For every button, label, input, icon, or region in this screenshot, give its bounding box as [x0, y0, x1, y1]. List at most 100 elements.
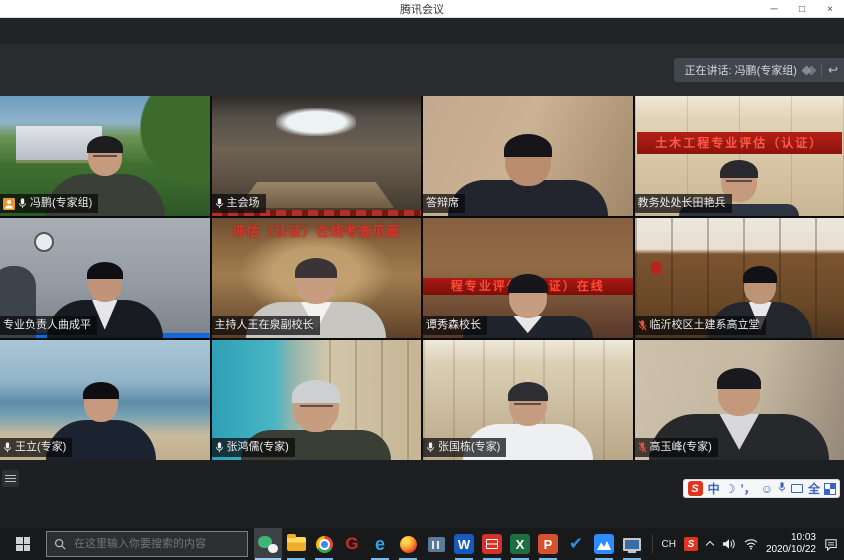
moon-icon[interactable]: ☽ — [725, 483, 736, 495]
participant-label: 冯鹏(专家组) — [0, 194, 98, 213]
mic-on-icon — [426, 442, 435, 453]
video-tile[interactable]: 答辩席 — [423, 96, 633, 216]
taskbar-clock[interactable]: 10:03 2020/10/22 — [766, 532, 816, 557]
participant-name: 王立(专家) — [15, 440, 66, 455]
close-button[interactable]: × — [816, 0, 844, 18]
excel-icon[interactable]: X — [506, 528, 534, 560]
speaking-text: 正在讲话: 冯鹏(专家组) — [684, 62, 796, 78]
punctuation-toggle[interactable]: ’， — [740, 483, 755, 495]
excel-icon: X — [510, 534, 530, 554]
red-docs-app-icon[interactable] — [478, 528, 506, 560]
participant-name: 高玉峰(专家) — [650, 440, 712, 455]
edge-icon[interactable]: e — [366, 528, 394, 560]
blue-columns-app-icon[interactable] — [422, 528, 450, 560]
video-tile[interactable]: 程专业评估（认证）在线 谭秀森校长 — [423, 218, 633, 338]
clock-date: 2020/10/22 — [766, 544, 816, 557]
red-docs-app-icon — [482, 534, 502, 554]
divider — [652, 535, 653, 553]
meeting-topbar: 正在讲话: 冯鹏(专家组) ↩ — [0, 18, 844, 96]
sogou-tray-icon[interactable]: S — [684, 537, 698, 551]
mic-muted-icon — [638, 320, 647, 331]
red-g-app-icon[interactable]: G — [338, 528, 366, 560]
participant-label: 主持人王在泉副校长 — [212, 316, 320, 335]
voice-input-icon[interactable] — [778, 482, 786, 495]
window-controls: ─ □ × — [760, 0, 844, 18]
file-explorer-icon[interactable] — [282, 528, 310, 560]
participant-name: 答辩席 — [426, 196, 459, 211]
participant-name: 主会场 — [227, 196, 260, 211]
network-icon[interactable] — [744, 538, 758, 550]
participant-name: 主持人王在泉副校长 — [215, 318, 314, 333]
participant-label: 主会场 — [212, 194, 266, 213]
participant-label: 高玉峰(专家) — [635, 438, 718, 457]
divider — [821, 63, 822, 77]
window-titlebar: 腾讯会议 ─ □ × — [0, 0, 844, 18]
participant-name: 临沂校区土建系高立堂 — [650, 318, 760, 333]
minimize-button[interactable]: ─ — [760, 0, 788, 18]
meeting-app-icon — [594, 534, 614, 554]
speaking-indicator[interactable]: 正在讲话: 冯鹏(专家组) ↩ — [674, 58, 844, 82]
fullwidth-toggle[interactable]: 全 — [808, 483, 820, 495]
word-icon[interactable]: W — [450, 528, 478, 560]
sogou-input-bar[interactable]: S 中 ☽ ’， ☺ 全 — [683, 479, 840, 498]
participant-name: 谭秀森校长 — [426, 318, 481, 333]
video-tile[interactable]: 张国栋(专家) — [423, 340, 633, 460]
video-tile[interactable]: 高玉峰(专家) — [635, 340, 844, 460]
sogou-logo-icon[interactable]: S — [688, 481, 703, 496]
edge-icon: e — [370, 534, 390, 554]
maximize-button[interactable]: □ — [788, 0, 816, 18]
chevron-up-icon[interactable] — [706, 540, 714, 548]
venue-banner: 程专业评估（认证）在线 — [423, 278, 633, 295]
monitor-app-icon[interactable] — [618, 528, 646, 560]
video-tile[interactable]: 冯鹏(专家组) — [0, 96, 210, 216]
mic-on-icon — [215, 442, 224, 453]
mic-on-icon — [18, 198, 27, 209]
participant-label: 张鸿儒(专家) — [212, 438, 295, 457]
meeting-window: 正在讲话: 冯鹏(专家组) ↩ 冯鹏(专家组) — [0, 18, 844, 528]
powerpoint-icon[interactable]: P — [534, 528, 562, 560]
video-tile[interactable]: 主会场 — [212, 96, 422, 216]
speaker-icon[interactable] — [722, 538, 736, 550]
participant-name: 张鸿儒(专家) — [227, 440, 289, 455]
blue-check-app-icon[interactable]: ✔ — [562, 528, 590, 560]
participant-label: 临沂校区土建系高立堂 — [635, 316, 766, 335]
participant-label: 教务处处长田艳兵 — [635, 194, 732, 213]
float-menu-icon[interactable] — [2, 470, 19, 487]
red-g-app-icon: G — [342, 534, 362, 554]
emoji-icon[interactable]: ☺ — [761, 483, 773, 495]
start-button[interactable] — [0, 528, 46, 560]
chrome-icon — [316, 536, 333, 553]
participant-label: 王立(专家) — [0, 438, 72, 457]
video-tile[interactable]: 土木工程专业评估（认证） 教务处处长田艳兵 — [635, 96, 844, 216]
participant-name: 张国栋(专家) — [438, 440, 500, 455]
language-indicator[interactable]: CH — [661, 539, 675, 550]
member-icon — [3, 198, 15, 210]
soft-keyboard-icon[interactable] — [791, 484, 803, 493]
monitor-app-icon — [623, 538, 641, 551]
search-input[interactable] — [72, 537, 232, 551]
video-tile[interactable]: 临沂校区土建系高立堂 — [635, 218, 844, 338]
participant-label: 答辩席 — [423, 194, 465, 213]
powerpoint-icon: P — [538, 534, 558, 554]
participant-name: 冯鹏(专家组) — [30, 196, 92, 211]
action-center-icon[interactable] — [824, 538, 838, 551]
video-tile[interactable]: 评估（认证）在线考查见面 主持人王在泉副校长 — [212, 218, 422, 338]
mic-muted-icon — [638, 442, 647, 453]
wechat-icon — [258, 534, 278, 554]
video-tile[interactable]: 张鸿儒(专家) — [212, 340, 422, 460]
participant-label: 专业负责人曲成平 — [0, 316, 97, 335]
participant-label: 张国栋(专家) — [423, 438, 506, 457]
taskbar-search[interactable] — [46, 531, 248, 557]
firefox-icon[interactable] — [394, 528, 422, 560]
chrome-icon[interactable] — [310, 528, 338, 560]
reply-arrow-icon[interactable]: ↩ — [828, 64, 838, 76]
video-grid: 冯鹏(专家组) 主会场 答辩席 土木工程专业评估（认证） — [0, 96, 844, 460]
clock-time: 10:03 — [766, 532, 816, 545]
toolbox-icon[interactable] — [825, 484, 835, 494]
meeting-app-icon[interactable] — [590, 528, 618, 560]
video-tile[interactable]: 专业负责人曲成平 — [0, 218, 210, 338]
video-tile[interactable]: 王立(专家) — [0, 340, 210, 460]
ime-mode-toggle[interactable]: 中 — [708, 483, 720, 495]
participant-label: 谭秀森校长 — [423, 316, 487, 335]
wechat-icon[interactable] — [254, 528, 282, 560]
